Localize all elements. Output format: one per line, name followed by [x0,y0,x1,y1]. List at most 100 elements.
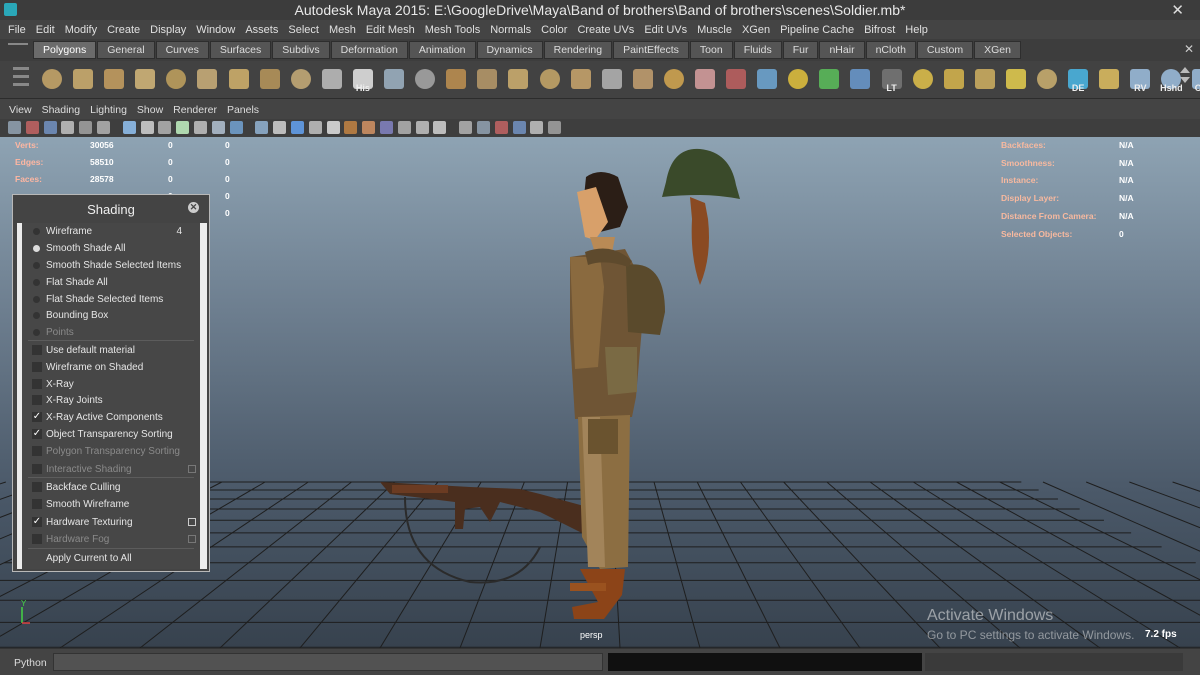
shelf-menu-icon[interactable] [8,43,28,57]
tab-fur[interactable]: Fur [782,41,819,59]
menu-edit-uvs[interactable]: Edit UVs [639,24,692,36]
shading-item-smooth-wireframe[interactable]: Smooth Wireframe [22,496,200,513]
shading-item-x-ray-joints[interactable]: X-Ray Joints [22,392,200,409]
delete-edge-icon[interactable]: DE [1064,64,1092,94]
menu-assets[interactable]: Assets [240,24,283,36]
shading-item-x-ray-active-components[interactable]: ✓ X-Ray Active Components [22,409,200,426]
cube-icon[interactable] [69,64,97,94]
tab-painteffects[interactable]: PaintEffects [613,41,689,59]
uv-unfold-icon[interactable] [1033,64,1061,94]
color-wheel-icon[interactable] [815,64,843,94]
checkbox[interactable]: ✓ [32,429,42,439]
grid-icon[interactable] [753,64,781,94]
uv-snapshot-icon[interactable] [1095,64,1123,94]
panel-tool-icon[interactable] [43,121,57,134]
menu-display[interactable]: Display [145,24,191,36]
shading-menu-header[interactable]: Shading ✕ [13,195,209,222]
shading-item-bounding-box[interactable]: Bounding Box [22,307,200,324]
menu-file[interactable]: File [3,24,31,36]
outliner-icon[interactable]: Out [1188,64,1200,94]
bridge-icon[interactable] [536,64,564,94]
insert-edge-icon[interactable] [629,64,657,94]
mirror-icon[interactable] [846,64,874,94]
command-input[interactable] [53,653,603,671]
tab-ncloth[interactable]: nCloth [865,41,916,59]
checkbox[interactable] [32,482,42,492]
menu-normals[interactable]: Normals [485,24,536,36]
tab-animation[interactable]: Animation [408,41,476,59]
panel-tool-icon[interactable] [379,121,393,134]
menu-pipeline-cache[interactable]: Pipeline Cache [775,24,859,36]
panel-tool-icon[interactable] [140,121,154,134]
checkbox[interactable] [32,395,42,405]
append-icon[interactable] [567,64,595,94]
panel-tool-icon[interactable] [158,121,172,134]
tab-dynamics[interactable]: Dynamics [476,41,543,59]
uv-planar-icon[interactable] [971,64,999,94]
panel-menu-shading[interactable]: Shading [37,102,86,119]
shading-item-smooth-shade-all[interactable]: Smooth Shade All [22,240,200,257]
tab-fluids[interactable]: Fluids [733,41,782,59]
target-icon[interactable] [784,64,812,94]
option-box-icon[interactable] [188,518,196,526]
panel-tool-icon[interactable] [8,121,21,134]
panel-tool-icon[interactable] [96,121,110,134]
tab-curves[interactable]: Curves [155,41,209,59]
history-icon[interactable]: His [349,64,377,94]
panel-tool-icon[interactable] [193,121,207,134]
panel-tool-icon[interactable] [397,121,411,134]
shading-item-x-ray[interactable]: X-Ray [22,376,200,393]
sphere-icon[interactable] [38,64,66,94]
cylinder-icon[interactable] [100,64,128,94]
panel-menu-panels[interactable]: Panels [222,102,264,119]
menu-select[interactable]: Select [283,24,324,36]
split-icon[interactable] [598,64,626,94]
window-close-button[interactable]: ✕ [1171,1,1184,19]
soccer-ball-icon[interactable] [318,64,346,94]
panel-tool-icon[interactable] [25,121,39,134]
shelf-options-icon[interactable] [13,67,29,93]
extrude-icon[interactable] [504,64,532,94]
checkbox[interactable] [32,362,42,372]
panel-tool-icon[interactable] [229,121,243,134]
close-icon[interactable]: ✕ [188,202,199,213]
menu-window[interactable]: Window [191,24,240,36]
plane-icon[interactable] [162,64,190,94]
checkbox[interactable]: ✓ [32,412,42,422]
panel-tool-icon[interactable] [530,121,544,134]
panel-menu-show[interactable]: Show [132,102,168,119]
torus-icon[interactable] [193,64,221,94]
tab-polygons[interactable]: Polygons [33,41,97,59]
shading-item-object-transparency-sorting[interactable]: ✓ Object Transparency Sorting [22,426,200,443]
cone-icon[interactable] [131,64,159,94]
tab-surfaces[interactable]: Surfaces [209,41,272,59]
render-view-icon[interactable]: RV [1126,64,1154,94]
helix-icon[interactable] [287,64,315,94]
panel-tool-icon[interactable] [211,121,225,134]
panel-tool-icon[interactable] [362,121,376,134]
shelf-scroll[interactable] [1179,63,1190,95]
menu-mesh[interactable]: Mesh [324,24,361,36]
paint-icon[interactable] [722,64,750,94]
panel-tool-icon[interactable] [79,121,93,134]
smooth-icon[interactable] [473,64,501,94]
panel-tool-icon[interactable] [494,121,508,134]
soldier-model[interactable] [570,172,665,619]
panel-tool-icon[interactable] [548,121,562,134]
menu-muscle[interactable]: Muscle [692,24,737,36]
uv-layout-icon[interactable] [940,64,968,94]
uv-editor-icon[interactable] [909,64,937,94]
pipe-icon[interactable] [256,64,284,94]
checkbox[interactable]: ✓ [32,517,42,527]
extract-icon[interactable] [442,64,470,94]
uv-auto-icon[interactable] [1002,64,1030,94]
checkbox[interactable] [32,499,42,509]
panel-tool-icon[interactable] [415,121,429,134]
shading-item-flat-shade-selected-items[interactable]: Flat Shade Selected Items [22,291,200,308]
menu-help[interactable]: Help [900,24,933,36]
panel-tool-icon[interactable] [61,121,75,134]
panel-tool-icon[interactable] [326,121,340,134]
sculpt-icon[interactable] [691,64,719,94]
tab-rendering[interactable]: Rendering [543,41,613,59]
menu-mesh-tools[interactable]: Mesh Tools [420,24,485,36]
